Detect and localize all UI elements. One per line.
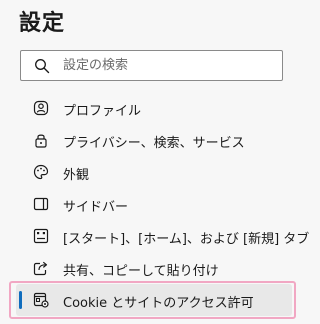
nav-item-label: 外観 xyxy=(63,168,90,183)
nav-item-share-copy-paste[interactable]: 共有、コピーして貼り付け xyxy=(22,252,292,284)
nav-item-privacy[interactable]: プライバシー、検索、サービス xyxy=(22,124,292,156)
search-box[interactable] xyxy=(20,50,283,81)
lock-icon xyxy=(33,132,49,148)
palette-icon xyxy=(33,164,49,180)
nav-item-profile[interactable]: プロファイル xyxy=(22,92,292,124)
nav-item-label: [スタート]、[ホーム]、および [新規] タブ xyxy=(63,232,310,247)
search-icon xyxy=(34,58,50,74)
nav-item-label: プロファイル xyxy=(63,104,142,119)
sidebar-icon xyxy=(33,196,49,212)
nav-item-label: サイドバー xyxy=(63,200,129,215)
search-input[interactable] xyxy=(63,55,273,76)
nav-item-label: Cookie とサイトのアクセス許可 xyxy=(63,296,254,311)
start-home-icon xyxy=(33,228,49,244)
settings-panel: 設定 プロファイル xyxy=(0,0,309,324)
selected-indicator xyxy=(19,291,22,309)
nav-item-label: 共有、コピーして貼り付け xyxy=(63,264,219,279)
nav-item-appearance[interactable]: 外観 xyxy=(22,156,292,188)
page-title: 設定 xyxy=(19,11,66,36)
settings-nav: プロファイル プライバシー、検索、サービス 外観 サイドバー [スタート]、[ホ… xyxy=(16,92,309,316)
nav-item-cookies-site-permissions[interactable]: Cookie とサイトのアクセス許可 xyxy=(16,284,292,316)
share-icon xyxy=(33,260,49,276)
profile-icon xyxy=(33,100,49,116)
nav-item-sidebar[interactable]: サイドバー xyxy=(22,188,292,220)
nav-item-start-home-newtab[interactable]: [スタート]、[ホーム]、および [新規] タブ xyxy=(22,220,309,252)
cookie-permissions-icon xyxy=(33,292,49,308)
nav-item-label: プライバシー、検索、サービス xyxy=(63,136,245,151)
